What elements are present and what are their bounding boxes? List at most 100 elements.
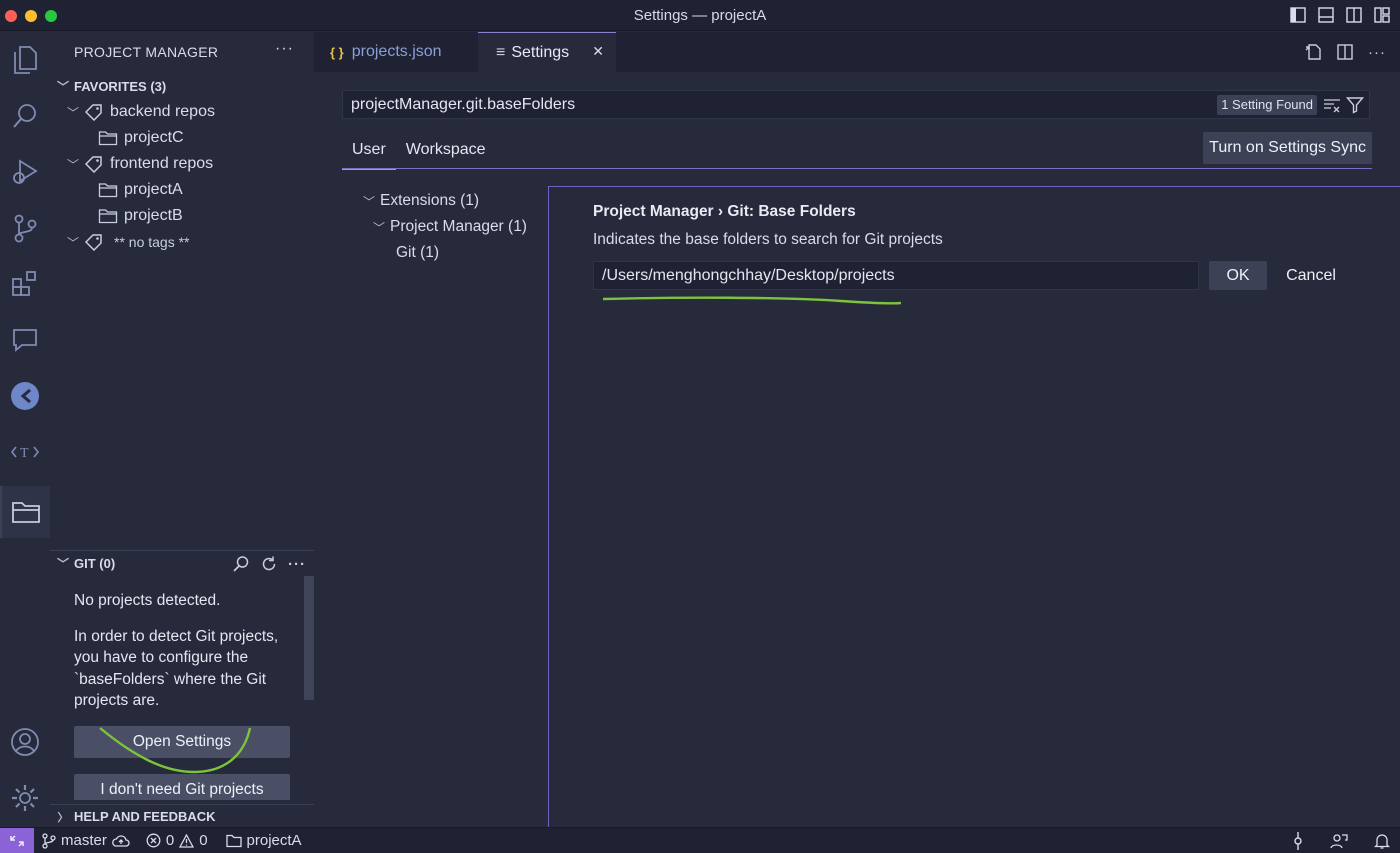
tab-settings[interactable]: ≡ Settings ✕ bbox=[478, 32, 616, 72]
dont-need-git-button[interactable]: I don't need Git projects bbox=[74, 773, 290, 800]
account-icon[interactable] bbox=[0, 720, 50, 764]
folder-icon bbox=[98, 183, 118, 198]
configure-hint-message: In order to detect Git projects, you hav… bbox=[74, 627, 279, 710]
error-icon bbox=[146, 833, 161, 848]
current-project-indicator[interactable]: projectA bbox=[225, 832, 302, 849]
branch-indicator[interactable]: master bbox=[42, 832, 130, 849]
filter-icon[interactable] bbox=[1346, 96, 1364, 114]
problems-indicator[interactable]: 0 0 bbox=[146, 832, 208, 849]
toc-item-project-manager[interactable]: ﹀ Project Manager (1) bbox=[358, 214, 548, 240]
chevron-down-icon: ﹀ bbox=[66, 235, 79, 250]
refresh-icon[interactable] bbox=[260, 555, 278, 573]
tag-group-backend[interactable]: ﹀ backend repos bbox=[50, 99, 314, 125]
window-title: Settings — projectA bbox=[633, 7, 767, 24]
manage-gear-icon[interactable] bbox=[0, 776, 50, 820]
folder-icon bbox=[98, 209, 118, 224]
tag-label: ** no tags ** bbox=[114, 234, 190, 250]
toc-label: Project Manager (1) bbox=[390, 218, 527, 235]
toc-item-git[interactable]: Git (1) bbox=[358, 240, 548, 266]
git-section: ﹀ GIT (0) ··· No projects detected. In o… bbox=[50, 550, 314, 800]
chevron-down-icon: ﹀ bbox=[56, 79, 69, 94]
commit-icon[interactable] bbox=[1292, 832, 1304, 850]
annotation-underline bbox=[602, 296, 902, 305]
chevron-down-icon: ﹀ bbox=[56, 557, 69, 571]
results-count-badge: 1 Setting Found bbox=[1217, 95, 1317, 115]
settings-toc: ﹀ Extensions (1) ﹀ Project Manager (1) G… bbox=[358, 188, 548, 266]
folder-icon bbox=[225, 834, 242, 847]
feedback-icon[interactable] bbox=[1330, 832, 1348, 850]
chevron-right-icon: 〉 bbox=[57, 811, 69, 824]
toc-label: Extensions (1) bbox=[380, 192, 480, 209]
translate-icon[interactable]: T bbox=[0, 430, 50, 474]
close-tab-icon[interactable]: ✕ bbox=[592, 43, 604, 60]
setting-description: Indicates the base folders to search for… bbox=[593, 231, 943, 248]
tab-label: Settings bbox=[511, 43, 570, 61]
dont-need-git-label: I don't need Git projects bbox=[100, 780, 264, 798]
project-manager-icon[interactable] bbox=[0, 486, 50, 538]
title-bar: Settings — projectA bbox=[0, 0, 1400, 31]
more-actions-icon[interactable]: ··· bbox=[288, 556, 306, 573]
source-control-icon[interactable] bbox=[0, 206, 50, 250]
cancel-button[interactable]: Cancel bbox=[1277, 261, 1345, 290]
tag-icon bbox=[84, 234, 102, 251]
toggle-panel-icon[interactable] bbox=[1318, 7, 1334, 23]
settings-search-input[interactable]: projectManager.git.baseFolders 1 Setting… bbox=[342, 90, 1370, 119]
tag-group-no-tags[interactable]: ﹀ ** no tags ** bbox=[50, 229, 314, 255]
layout-controls bbox=[1290, 7, 1390, 23]
svg-text:T: T bbox=[20, 446, 29, 461]
more-actions-icon[interactable]: ··· bbox=[1368, 44, 1386, 61]
more-actions-icon[interactable]: ··· bbox=[275, 40, 294, 58]
settings-file-icon: ≡ bbox=[496, 43, 506, 61]
toggle-secondary-sidebar-icon[interactable] bbox=[1346, 7, 1362, 23]
project-label: projectC bbox=[124, 129, 184, 146]
chevron-down-icon: ﹀ bbox=[372, 220, 385, 235]
help-header-label: HELP AND FEEDBACK bbox=[74, 809, 216, 824]
tab-label: projects.json bbox=[351, 43, 442, 60]
tab-user[interactable]: User bbox=[342, 138, 396, 170]
project-item-projectA[interactable]: projectA bbox=[50, 177, 314, 203]
extensions-icon[interactable] bbox=[0, 262, 50, 306]
ok-button[interactable]: OK bbox=[1209, 261, 1267, 290]
branch-name: master bbox=[61, 832, 107, 849]
project-label: projectB bbox=[124, 207, 183, 224]
tag-group-frontend[interactable]: ﹀ frontend repos bbox=[50, 151, 314, 177]
settings-sync-button[interactable]: Turn on Settings Sync bbox=[1203, 132, 1372, 164]
editor-actions: ··· bbox=[1304, 43, 1386, 61]
git-empty-state: No projects detected. In order to detect… bbox=[50, 576, 314, 800]
search-value: projectManager.git.baseFolders bbox=[351, 95, 576, 113]
project-label: projectA bbox=[124, 181, 183, 198]
project-item-projectB[interactable]: projectB bbox=[50, 203, 314, 229]
toc-item-extensions[interactable]: ﹀ Extensions (1) bbox=[358, 188, 548, 214]
comments-icon[interactable] bbox=[0, 318, 50, 362]
help-feedback-section-header[interactable]: 〉 HELP AND FEEDBACK bbox=[50, 804, 314, 828]
remote-icon[interactable] bbox=[0, 374, 50, 418]
clear-filter-icon[interactable] bbox=[1323, 97, 1341, 113]
warning-icon bbox=[179, 833, 195, 848]
project-item-projectC[interactable]: projectC bbox=[50, 125, 314, 151]
tag-icon bbox=[84, 104, 102, 121]
setting-title: Project Manager › Git: Base Folders bbox=[593, 203, 856, 220]
tag-label: backend repos bbox=[110, 103, 215, 120]
tab-workspace[interactable]: Workspace bbox=[396, 138, 496, 170]
open-settings-json-icon[interactable] bbox=[1304, 43, 1322, 61]
favorites-section-header[interactable]: ﹀ FAVORITES (3) bbox=[50, 73, 314, 99]
open-settings-button[interactable]: Open Settings bbox=[74, 725, 290, 773]
git-section-header[interactable]: ﹀ GIT (0) ··· bbox=[50, 550, 314, 576]
explorer-icon[interactable] bbox=[0, 38, 50, 82]
customize-layout-icon[interactable] bbox=[1374, 7, 1390, 23]
status-right-items bbox=[1292, 832, 1390, 850]
search-icon[interactable] bbox=[0, 94, 50, 138]
remote-indicator-icon[interactable] bbox=[0, 827, 34, 853]
json-file-icon: { } bbox=[330, 44, 344, 60]
run-debug-icon[interactable] bbox=[0, 150, 50, 194]
filter-search-icon[interactable] bbox=[232, 555, 250, 573]
base-folder-input[interactable]: /Users/menghongchhay/Desktop/projects bbox=[593, 261, 1199, 290]
notifications-bell-icon[interactable] bbox=[1374, 832, 1390, 850]
split-editor-icon[interactable] bbox=[1336, 43, 1354, 61]
scrollbar-thumb[interactable] bbox=[304, 576, 314, 700]
chevron-down-icon: ﹀ bbox=[66, 105, 79, 120]
tab-projects-json[interactable]: { } projects.json bbox=[314, 32, 478, 72]
warning-count: 0 bbox=[199, 832, 208, 849]
toggle-primary-sidebar-icon[interactable] bbox=[1290, 7, 1306, 23]
setting-item-base-folders: Project Manager › Git: Base Folders Indi… bbox=[548, 186, 1400, 827]
